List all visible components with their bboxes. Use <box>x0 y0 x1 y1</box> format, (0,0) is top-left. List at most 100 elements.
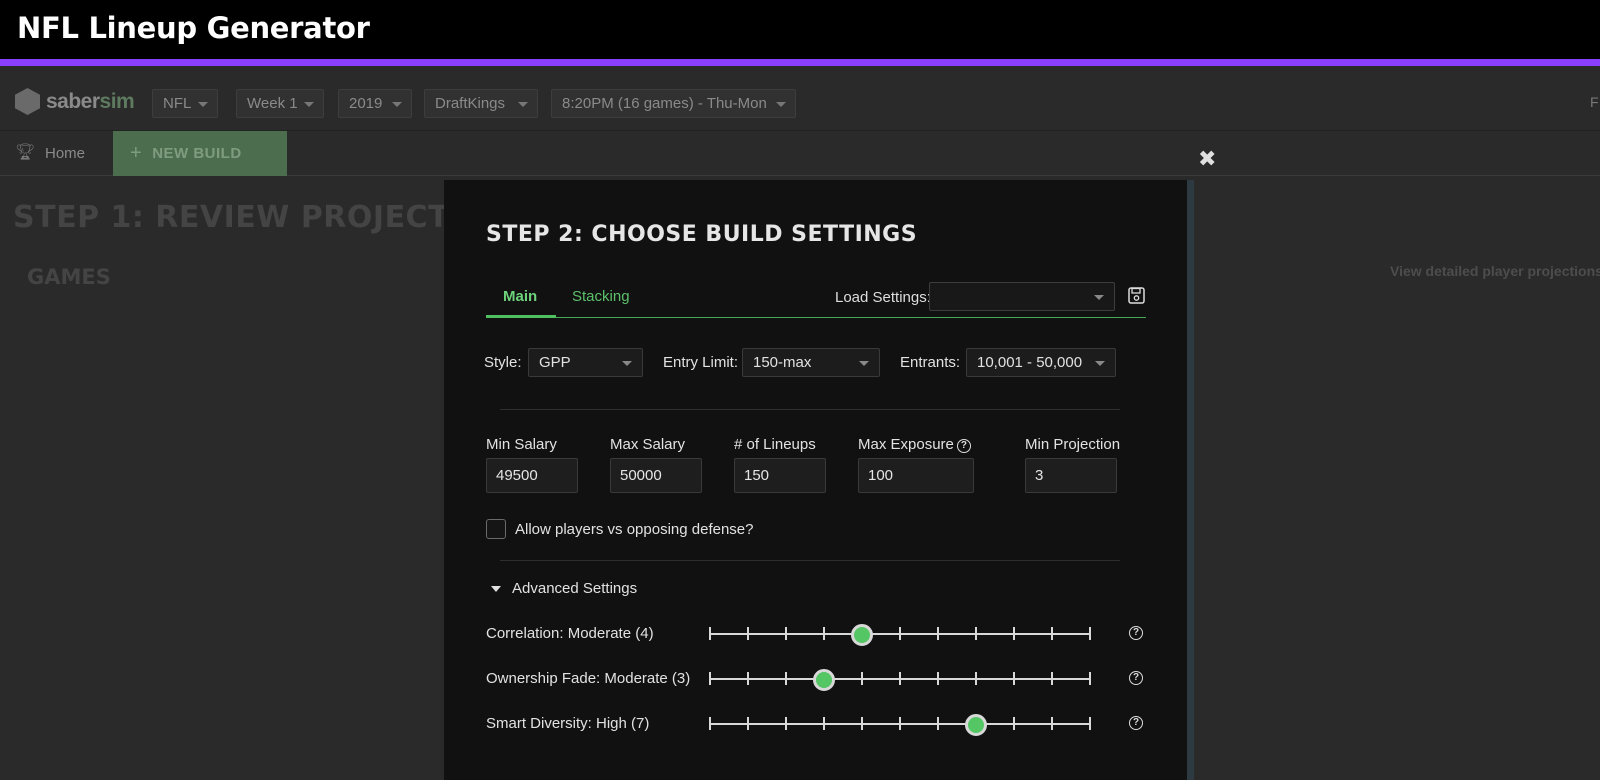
tab-main[interactable]: Main <box>503 288 537 305</box>
new-build-button[interactable]: + NEW BUILD <box>113 131 287 176</box>
save-icon[interactable] <box>1128 287 1145 304</box>
caret-down-icon[interactable] <box>491 586 501 592</box>
tab-home-label: Home <box>45 144 86 162</box>
max-salary-label: Max Salary <box>610 436 686 453</box>
slider-tick <box>709 717 711 730</box>
divider <box>500 409 1120 410</box>
season-select[interactable]: 2019 <box>338 89 412 118</box>
advanced-settings-toggle[interactable]: Advanced Settings <box>512 580 637 597</box>
chevron-down-icon <box>198 102 208 107</box>
max-exposure-input[interactable]: 100 <box>858 458 974 493</box>
ownership-fade-slider[interactable] <box>709 669 1091 691</box>
smart-diversity-label: Smart Diversity: High (7) <box>486 715 650 732</box>
slate-select[interactable]: 8:20PM (16 games) - Thu-Mon <box>551 89 796 118</box>
allow-opposing-label: Allow players vs opposing defense? <box>515 521 754 538</box>
min-projection-input[interactable]: 3 <box>1025 458 1117 493</box>
chevron-down-icon <box>622 361 632 366</box>
correlation-help-icon[interactable]: ? <box>1129 626 1143 640</box>
slider-tick <box>975 672 977 685</box>
modal-title: STEP 2: CHOOSE BUILD SETTINGS <box>486 222 918 247</box>
slider-thumb[interactable] <box>965 714 987 736</box>
slider-tick <box>1051 672 1053 685</box>
slider-tick <box>1051 717 1053 730</box>
chevron-down-icon <box>1094 295 1104 300</box>
chevron-down-icon <box>1095 361 1105 366</box>
slider-tick <box>785 672 787 685</box>
entrants-label: Entrants: <box>900 354 961 371</box>
nav-right-item[interactable]: F <box>1590 94 1599 110</box>
num-lineups-input[interactable]: 150 <box>734 458 826 493</box>
entry-limit-label: Entry Limit: <box>663 354 739 371</box>
max-exposure-label: Max Exposure? <box>858 436 971 453</box>
window-titlebar: NFL Lineup Generator <box>0 0 1600 59</box>
num-lineups-label: # of Lineups <box>734 436 816 453</box>
slider-tick <box>937 627 939 640</box>
entrants-select[interactable]: 10,001 - 50,000 <box>966 348 1116 377</box>
slider-tick <box>975 627 977 640</box>
slider-tick <box>899 717 901 730</box>
slider-tick <box>709 672 711 685</box>
slider-tick <box>861 717 863 730</box>
allow-opposing-checkbox[interactable] <box>486 519 506 539</box>
correlation-slider[interactable] <box>709 624 1091 646</box>
chevron-down-icon <box>304 102 314 107</box>
min-salary-input[interactable]: 49500 <box>486 458 578 493</box>
active-tab-underline <box>486 315 556 318</box>
chevron-down-icon <box>518 102 528 107</box>
slider-tick <box>785 717 787 730</box>
correlation-label: Correlation: Moderate (4) <box>486 625 654 642</box>
slider-tick <box>747 672 749 685</box>
site-select[interactable]: DraftKings <box>424 89 538 118</box>
slider-tick <box>1051 627 1053 640</box>
ownership-fade-label: Ownership Fade: Moderate (3) <box>486 670 691 687</box>
slider-tick <box>1089 627 1091 640</box>
slider-tick <box>899 672 901 685</box>
settings-tabs: Main Stacking Load Settings: <box>486 282 1146 318</box>
style-label: Style: <box>484 354 522 371</box>
tab-stacking[interactable]: Stacking <box>572 288 630 305</box>
ownership-fade-help-icon[interactable]: ? <box>1129 671 1143 685</box>
slider-tick <box>823 627 825 640</box>
build-settings-modal: STEP 2: CHOOSE BUILD SETTINGS Main Stack… <box>444 180 1194 780</box>
help-icon[interactable]: ? <box>956 439 971 453</box>
games-heading: GAMES <box>27 265 111 289</box>
min-projection-label: Min Projection <box>1025 436 1121 453</box>
chevron-down-icon <box>776 102 786 107</box>
slider-tick <box>747 627 749 640</box>
view-detailed-projections-link[interactable]: View detailed player projections <box>1390 263 1600 279</box>
max-salary-input[interactable]: 50000 <box>610 458 702 493</box>
plus-icon: + <box>130 142 143 164</box>
tab-home[interactable]: 🏆︎ Home <box>15 144 85 162</box>
slider-tick <box>937 717 939 730</box>
entry-limit-select[interactable]: 150-max <box>742 348 880 377</box>
style-select[interactable]: GPP <box>528 348 643 377</box>
slider-tick <box>1089 672 1091 685</box>
sport-select[interactable]: NFL <box>152 89 218 118</box>
trophy-icon: 🏆︎ <box>15 144 36 161</box>
load-settings-select[interactable] <box>929 282 1115 311</box>
slider-tick <box>861 672 863 685</box>
divider <box>500 560 1120 561</box>
smart-diversity-help-icon[interactable]: ? <box>1129 716 1143 730</box>
build-tabs: 🏆︎ Home + NEW BUILD <box>0 131 1600 176</box>
smart-diversity-slider[interactable] <box>709 714 1091 736</box>
slider-thumb[interactable] <box>851 624 873 646</box>
min-salary-label: Min Salary <box>486 436 557 453</box>
slider-tick <box>937 672 939 685</box>
slider-tick <box>1089 717 1091 730</box>
close-modal-icon[interactable]: ✖ <box>1198 146 1216 172</box>
load-settings-label: Load Settings: <box>835 289 931 306</box>
slider-tick <box>1013 627 1015 640</box>
slider-tick <box>1013 672 1015 685</box>
week-select[interactable]: Week 1 <box>236 89 324 118</box>
slider-tick <box>747 717 749 730</box>
logo-hex-icon <box>15 88 40 115</box>
top-nav: sabersim NFL Week 1 2019 DraftKings 8:20… <box>0 66 1600 131</box>
slider-tick <box>899 627 901 640</box>
accent-bar <box>0 59 1600 66</box>
window-title: NFL Lineup Generator <box>17 11 370 45</box>
sabersim-logo[interactable]: sabersim <box>15 88 135 115</box>
slider-tick <box>823 717 825 730</box>
slider-thumb[interactable] <box>813 669 835 691</box>
chevron-down-icon <box>859 361 869 366</box>
